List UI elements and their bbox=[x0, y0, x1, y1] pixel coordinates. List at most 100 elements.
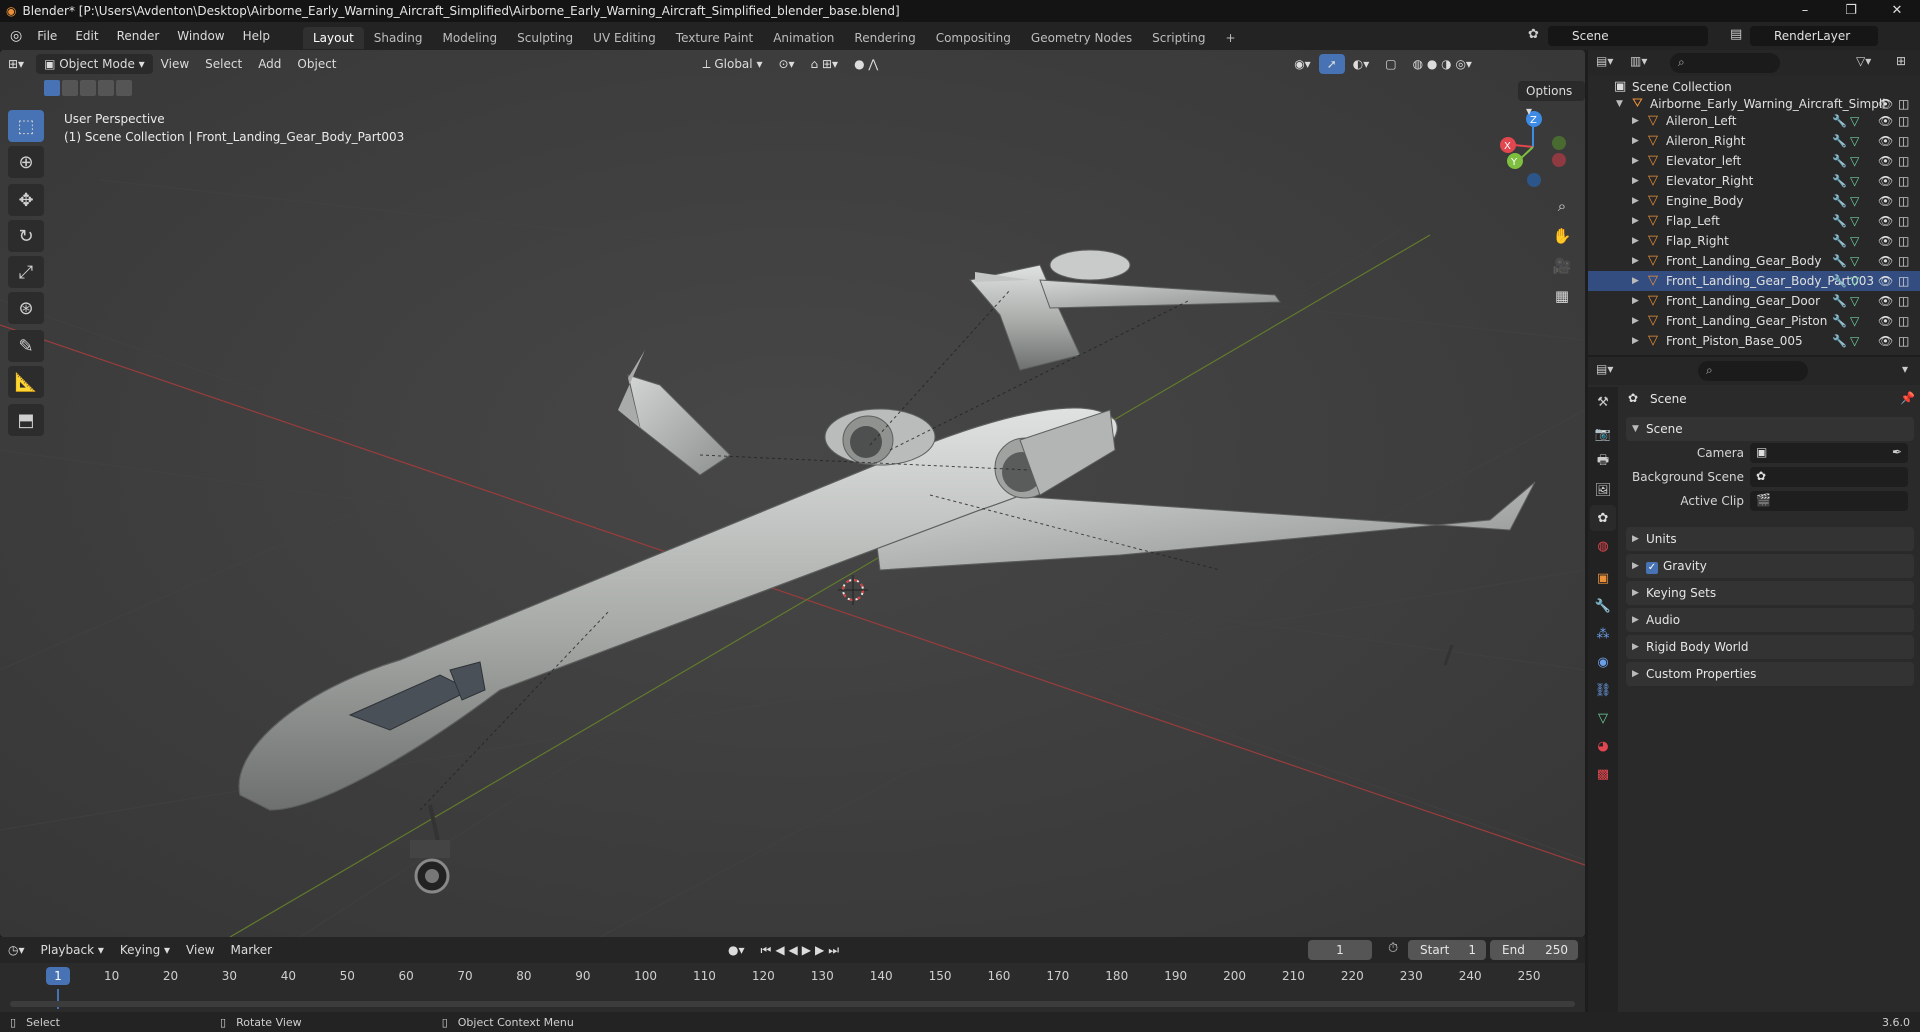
gizmo-neg-x-icon[interactable] bbox=[1552, 153, 1566, 167]
eye-icon[interactable]: 👁 bbox=[1878, 271, 1893, 291]
viewport-menu-add[interactable]: Add bbox=[250, 54, 289, 74]
add-workspace-button[interactable]: + bbox=[1216, 27, 1246, 49]
select-new-icon[interactable] bbox=[44, 80, 60, 96]
tab-layout[interactable]: Layout bbox=[302, 26, 364, 49]
mode-selector[interactable]: ▣ Object Mode ▾ bbox=[36, 54, 153, 74]
viewport-scene[interactable]: Z X Y bbox=[0, 50, 1585, 937]
move-tool-icon[interactable]: ✥ bbox=[8, 184, 44, 216]
active-clip-field[interactable]: 🎬 bbox=[1750, 491, 1908, 511]
frame-ruler[interactable]: 1 10 20 30 40 50 60 70 80 90 100 110 120 130 140 150 160… bbox=[0, 963, 1585, 989]
editor-type-icon[interactable]: ⊞▾ bbox=[0, 54, 32, 74]
properties-editor-type-icon[interactable]: ▤▾ bbox=[1596, 362, 1613, 376]
current-frame-field[interactable]: 1 bbox=[1308, 940, 1372, 960]
camera-render-icon[interactable]: ◫ bbox=[1898, 171, 1909, 191]
xray-icon[interactable]: ▢ bbox=[1377, 54, 1404, 74]
modifier-wrench-icon[interactable]: 🔧 bbox=[1832, 291, 1847, 311]
eye-icon[interactable]: 👁 bbox=[1878, 111, 1893, 131]
view-layer-selector[interactable]: RenderLayer bbox=[1750, 26, 1878, 46]
view-layer-icon[interactable]: ▤ bbox=[1730, 27, 1742, 42]
outliner-item[interactable]: ▶ ▽ Flap_Left 🔧 ▽ 👁 ◫ bbox=[1588, 211, 1920, 231]
expand-triangle-icon[interactable]: ▶ bbox=[1632, 171, 1639, 191]
scene-selector[interactable]: Scene bbox=[1548, 26, 1708, 46]
eye-icon[interactable]: 👁 bbox=[1878, 211, 1893, 231]
panel-scene-header[interactable]: ▼ Scene bbox=[1626, 417, 1914, 441]
cursor-tool-icon[interactable]: ⊕ bbox=[8, 146, 44, 178]
camera-view-icon[interactable]: 🎥 bbox=[1548, 252, 1576, 280]
material-tab-icon[interactable]: ◕ bbox=[1590, 733, 1616, 759]
outliner-item[interactable]: ▶ ▽ Front_Piston_Base_005 🔧 ▽ 👁 ◫ bbox=[1588, 331, 1920, 351]
texture-tab-icon[interactable]: ▩ bbox=[1590, 761, 1616, 787]
constraints-tab-icon[interactable]: ⛓ bbox=[1590, 677, 1616, 703]
outliner-item[interactable]: ▶ ▽ Aileron_Left 🔧 ▽ 👁 ◫ bbox=[1588, 111, 1920, 131]
overlay-icon[interactable]: ◐▾ bbox=[1345, 54, 1378, 74]
expand-triangle-icon[interactable]: ▶ bbox=[1632, 271, 1639, 291]
expand-triangle-icon[interactable]: ▶ bbox=[1632, 311, 1639, 331]
expand-triangle-icon[interactable]: ▶ bbox=[1632, 191, 1639, 211]
modifier-wrench-icon[interactable]: 🔧 bbox=[1832, 111, 1847, 131]
tab-texture-paint[interactable]: Texture Paint bbox=[666, 27, 763, 49]
tab-scripting[interactable]: Scripting bbox=[1142, 27, 1215, 49]
camera-render-icon[interactable]: ◫ bbox=[1898, 191, 1909, 211]
maximize-button[interactable]: ❐ bbox=[1828, 0, 1874, 22]
tab-shading[interactable]: Shading bbox=[364, 27, 433, 49]
select-extend-icon[interactable] bbox=[62, 80, 78, 96]
gizmo-neg-y-icon[interactable] bbox=[1552, 136, 1566, 150]
camera-render-icon[interactable]: ◫ bbox=[1898, 331, 1909, 351]
eye-icon[interactable]: 👁 bbox=[1878, 151, 1893, 171]
expand-triangle-icon[interactable]: ▶ bbox=[1632, 231, 1639, 251]
eye-icon[interactable]: 👁 bbox=[1878, 171, 1893, 191]
panel-header[interactable]: ▶ Audio bbox=[1626, 608, 1914, 632]
modifier-wrench-icon[interactable]: 🔧 bbox=[1832, 231, 1847, 251]
mesh-data-icon[interactable]: ▽ bbox=[1850, 231, 1859, 251]
add-cube-tool-icon[interactable]: ⬒ bbox=[8, 404, 44, 436]
mesh-data-icon[interactable]: ▽ bbox=[1850, 251, 1859, 271]
scene-icon[interactable]: ✿ bbox=[1528, 27, 1539, 42]
view-layer-tab-icon[interactable]: 🖼 bbox=[1590, 477, 1616, 503]
mesh-data-icon[interactable]: ▽ bbox=[1850, 331, 1859, 351]
mesh-data-icon[interactable]: ▽ bbox=[1850, 151, 1859, 171]
tab-compositing[interactable]: Compositing bbox=[926, 27, 1021, 49]
mesh-data-icon[interactable]: ▽ bbox=[1850, 271, 1859, 291]
world-tab-icon[interactable]: ◍ bbox=[1590, 533, 1616, 559]
menu-render[interactable]: Render bbox=[108, 22, 169, 50]
mesh-data-icon[interactable]: ▽ bbox=[1850, 171, 1859, 191]
close-button[interactable]: ✕ bbox=[1874, 0, 1920, 22]
viewport-menu-select[interactable]: Select bbox=[197, 54, 250, 74]
playback-controls-icon[interactable]: ⏮◀◀▶▶⏭ bbox=[753, 940, 852, 960]
pan-hand-icon[interactable]: ✋ bbox=[1548, 222, 1576, 250]
select-intersect-icon[interactable] bbox=[116, 80, 132, 96]
select-subtract-icon[interactable] bbox=[80, 80, 96, 96]
expand-triangle-icon[interactable]: ▶ bbox=[1632, 251, 1639, 271]
menu-window[interactable]: Window bbox=[168, 22, 233, 50]
transform-tool-icon[interactable]: ⊛ bbox=[8, 292, 44, 324]
blender-menu-icon[interactable]: ◎ bbox=[10, 28, 22, 44]
particles-tab-icon[interactable]: ⁂ bbox=[1590, 621, 1616, 647]
timeline-editor[interactable]: ◷▾ Playback ▾ Keying ▾ View Marker ●▾ ⏮◀… bbox=[0, 937, 1585, 1012]
properties-options-icon[interactable]: ▾ bbox=[1902, 362, 1908, 376]
background-scene-field[interactable]: ✿ bbox=[1750, 467, 1908, 487]
options-button[interactable]: Options ▾ bbox=[1518, 81, 1585, 118]
zoom-icon[interactable]: ⌕ bbox=[1548, 192, 1576, 220]
display-mode-icon[interactable]: ▥▾ bbox=[1630, 54, 1647, 68]
camera-render-icon[interactable]: ◫ bbox=[1898, 271, 1909, 291]
outliner-editor-type-icon[interactable]: ▤▾ bbox=[1596, 54, 1613, 68]
outliner-item[interactable]: ▶ ▽ Aileron_Right 🔧 ▽ 👁 ◫ bbox=[1588, 131, 1920, 151]
mesh-data-icon[interactable]: ▽ bbox=[1850, 191, 1859, 211]
panel-header[interactable]: ▶ Rigid Body World bbox=[1626, 635, 1914, 659]
pivot-point-icon[interactable]: ⊙▾ bbox=[770, 54, 802, 74]
mesh-data-icon[interactable]: ▽ bbox=[1850, 131, 1859, 151]
properties-search-input[interactable]: ⌕ bbox=[1698, 361, 1808, 381]
properties-editor[interactable]: ▤▾ ⌕ ▾ ⚒ 📷 🖶 🖼 ✿ ◍ ▣ 🔧 ⁂ ◉ ⛓ ▽ ◕ ▩ ✿ Sce… bbox=[1588, 357, 1920, 1012]
outliner-item[interactable]: ▶ ▽ Front_Landing_Gear_Piston 🔧 ▽ 👁 ◫ bbox=[1588, 311, 1920, 331]
physics-tab-icon[interactable]: ◉ bbox=[1590, 649, 1616, 675]
tab-rendering[interactable]: Rendering bbox=[844, 27, 925, 49]
camera-render-icon[interactable]: ◫ bbox=[1898, 131, 1909, 151]
shading-modes-icon[interactable]: ◍ ● ◑ ◎▾ bbox=[1405, 54, 1480, 74]
panel-header[interactable]: ▶ ✓ Gravity bbox=[1626, 554, 1914, 578]
modifier-wrench-icon[interactable]: 🔧 bbox=[1832, 171, 1847, 191]
start-frame-field[interactable]: Start 1 bbox=[1408, 940, 1486, 960]
expand-triangle-icon[interactable]: ▶ bbox=[1632, 131, 1639, 151]
new-collection-icon[interactable]: ⊞ bbox=[1896, 54, 1906, 68]
expand-triangle-icon[interactable]: ▶ bbox=[1632, 291, 1639, 311]
mesh-data-icon[interactable]: ▽ bbox=[1850, 211, 1859, 231]
